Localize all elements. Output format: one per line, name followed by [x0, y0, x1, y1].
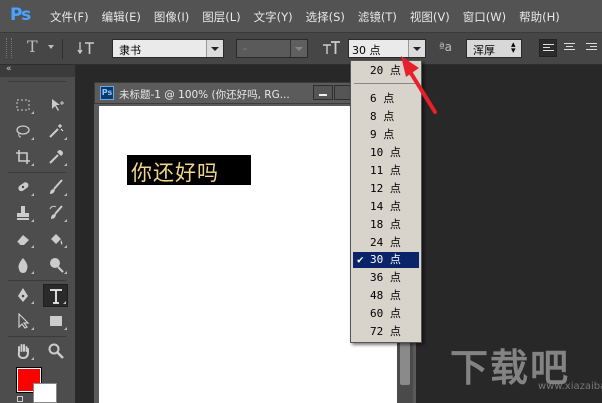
font-style-chevron-icon: [290, 40, 307, 57]
watermark: 下载吧 www.xiazaiba.com: [450, 337, 602, 392]
photoshop-logo: Ps: [10, 5, 31, 25]
blur-tool[interactable]: [11, 254, 35, 276]
paint-bucket-tool[interactable]: [44, 228, 68, 250]
brush-tool[interactable]: [44, 176, 68, 198]
eraser-tool[interactable]: [11, 228, 35, 250]
menu-file[interactable]: 文件(F): [50, 9, 89, 25]
dodge-tool[interactable]: [44, 254, 68, 276]
align-right-icon: [586, 43, 597, 52]
collapse-chevron-icon[interactable]: «: [6, 64, 12, 74]
menu: 文件(F) 编辑(E) 图像(I) 图层(L) 文字(Y) 选择(S) 滤镜(T…: [50, 9, 573, 25]
font-size-value: 30 点: [352, 44, 381, 57]
clone-stamp-tool[interactable]: [11, 202, 35, 224]
canvas-text: 你还好吗: [131, 161, 219, 185]
divider: [62, 39, 63, 59]
default-colors-icon[interactable]: [17, 396, 23, 402]
horizontal-type-tool[interactable]: [43, 284, 68, 307]
rectangular-marquee-tool[interactable]: [11, 94, 35, 116]
font-size-option[interactable]: 60 点: [353, 306, 419, 322]
move-tool[interactable]: [44, 94, 68, 116]
tools-panel: «: [0, 64, 76, 403]
font-size-option[interactable]: 24 点: [353, 235, 419, 251]
align-left-icon: [543, 44, 554, 53]
font-style-value: -: [243, 42, 247, 55]
menu-window[interactable]: 窗口(W): [463, 9, 506, 25]
text-cursor: [128, 182, 131, 185]
font-size-option[interactable]: 12 点: [353, 181, 419, 197]
text-layer-selection[interactable]: 你还好吗: [127, 155, 251, 185]
font-family-value: 隶书: [119, 44, 141, 57]
background-color-swatch[interactable]: [33, 383, 57, 403]
tools-divider: [8, 172, 66, 173]
font-style-select[interactable]: -: [236, 39, 308, 58]
lasso-tool[interactable]: [11, 120, 35, 142]
antialias-spinner-icon: ▴ ▾: [511, 40, 516, 56]
font-family-chevron-icon: [206, 40, 223, 57]
menu-edit[interactable]: 编辑(E): [102, 9, 141, 25]
preset-chevron-down-icon[interactable]: [48, 45, 54, 49]
align-left-button[interactable]: [539, 39, 557, 57]
tools-divider: [8, 336, 66, 337]
align-right-button[interactable]: [583, 39, 601, 57]
tools-panel-header[interactable]: «: [0, 64, 75, 77]
font-size-option[interactable]: 18 点: [353, 217, 419, 233]
font-size-option[interactable]: 48 点: [353, 288, 419, 304]
font-size-option[interactable]: 11 点: [353, 163, 419, 179]
history-brush-tool[interactable]: [44, 202, 68, 224]
menu-help[interactable]: 帮助(H): [519, 9, 560, 25]
menu-view[interactable]: 视图(V): [410, 9, 450, 25]
options-bar: T 隶书 - 30 点 ªa 浑厚 ▴ ▾: [0, 33, 602, 65]
text-orientation-icon[interactable]: [77, 38, 97, 61]
font-size-option[interactable]: 9 点: [353, 127, 419, 143]
hand-tool[interactable]: [11, 340, 35, 362]
rectangle-tool[interactable]: [44, 310, 68, 332]
crop-tool[interactable]: [11, 146, 35, 168]
menu-layer[interactable]: 图层(L): [202, 9, 240, 25]
font-size-option[interactable]: 10 点: [353, 145, 419, 161]
antialias-select[interactable]: 浑厚 ▴ ▾: [466, 39, 522, 58]
font-family-select[interactable]: 隶书: [112, 39, 224, 58]
magic-wand-tool[interactable]: [44, 120, 68, 142]
minimize-button[interactable]: [313, 85, 333, 100]
checkmark-icon: ✔: [357, 253, 364, 266]
menu-bar: Ps 文件(F) 编辑(E) 图像(I) 图层(L) 文字(Y) 选择(S) 滤…: [0, 0, 602, 33]
font-size-icon: [322, 40, 342, 59]
pen-tool[interactable]: [11, 284, 35, 306]
red-arrow-icon: [401, 56, 437, 114]
options-grip[interactable]: [6, 38, 12, 58]
zoom-tool[interactable]: [44, 340, 68, 362]
menu-type[interactable]: 文字(Y): [254, 9, 293, 25]
tools-divider: [8, 280, 66, 281]
font-size-option-selected[interactable]: ✔ 30 点: [353, 252, 419, 268]
eyedropper-tool[interactable]: [44, 146, 68, 168]
font-size-option[interactable]: 72 点: [353, 324, 419, 340]
watermark-url: www.xiazaiba.com: [538, 381, 602, 392]
font-size-option[interactable]: 14 点: [353, 199, 419, 215]
menu-image[interactable]: 图像(I): [154, 9, 189, 25]
antialias-value: 浑厚: [473, 44, 495, 57]
align-center-button[interactable]: [561, 39, 579, 57]
tools-divider: [8, 81, 66, 82]
type-tool-preset-icon[interactable]: T: [27, 37, 38, 56]
path-selection-tool[interactable]: [11, 310, 35, 332]
spot-healing-brush-tool[interactable]: [11, 176, 35, 198]
menu-filter[interactable]: 滤镜(T): [358, 9, 397, 25]
align-center-icon: [564, 43, 575, 52]
menu-select[interactable]: 选择(S): [306, 9, 345, 25]
font-size-option[interactable]: 36 点: [353, 270, 419, 286]
ps-document-icon: Ps: [100, 86, 114, 100]
